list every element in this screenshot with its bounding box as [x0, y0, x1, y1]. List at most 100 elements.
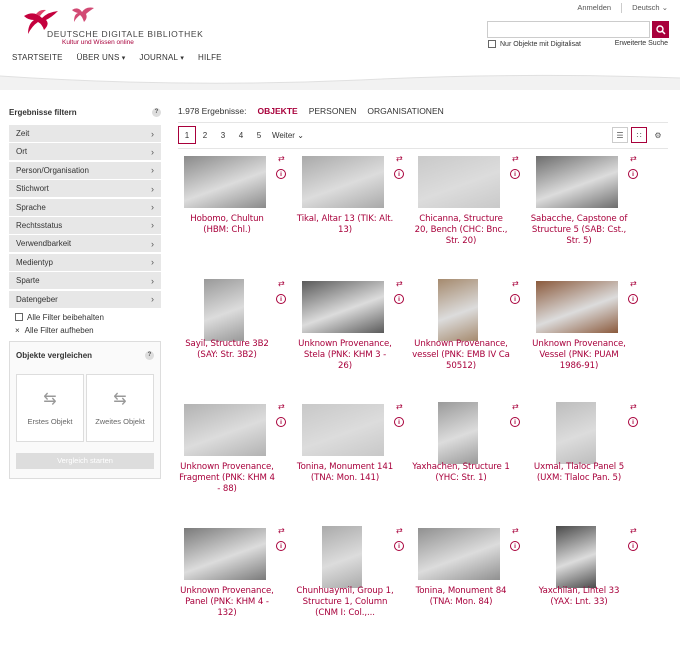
info-icon[interactable]: i — [394, 169, 404, 179]
result-title[interactable]: Yaxhachen, Structure 1 (YHC: Str. 1) — [412, 462, 510, 484]
digitalisat-filter[interactable]: Nur Objekte mit Digitalisat — [488, 40, 581, 48]
info-icon[interactable]: i — [394, 417, 404, 427]
first-object-slot[interactable]: ⇆ Erstes Objekt — [16, 373, 84, 442]
result-title[interactable]: Sayil, Structure 3B2 (SAY: Str. 3B2) — [178, 339, 276, 361]
login-link[interactable]: Anmelden — [577, 3, 611, 13]
share-icon[interactable]: ⇄ — [278, 526, 285, 535]
filter-rechtsstatus[interactable]: Rechtsstatus › — [9, 216, 161, 234]
result-tile[interactable]: Tikal, Altar 13 (TIK: Alt. 13) ⇄ i — [296, 154, 408, 262]
advanced-search-link[interactable]: Erweiterte Suche — [615, 40, 668, 47]
result-title[interactable]: Unknown Provenance, Vessel (PNK: PUAM 19… — [530, 339, 628, 372]
result-tile[interactable]: Sayil, Structure 3B2 (SAY: Str. 3B2) ⇄ i — [178, 279, 290, 387]
nav-startseite[interactable]: STARTSEITE — [12, 53, 63, 62]
tab-personen[interactable]: PERSONEN — [309, 106, 357, 116]
result-title[interactable]: Uxmal, Tlaloc Panel 5 (UXM: Tlaloc Pan. … — [530, 462, 628, 484]
result-thumbnail[interactable] — [438, 402, 478, 464]
result-thumbnail[interactable] — [536, 156, 618, 208]
result-thumbnail[interactable] — [418, 528, 500, 580]
nav-journal[interactable]: JOURNAL — [139, 53, 184, 62]
result-tile[interactable]: Tonina, Monument 84 (TNA: Mon. 84) ⇄ i — [412, 526, 524, 634]
result-thumbnail[interactable] — [322, 526, 362, 588]
page-4[interactable]: 4 — [232, 126, 250, 144]
share-icon[interactable]: ⇄ — [278, 279, 285, 288]
list-view-icon[interactable]: ☰ — [612, 127, 628, 143]
info-icon[interactable]: i — [276, 541, 286, 551]
page-1[interactable]: 1 — [178, 126, 196, 144]
result-tile[interactable]: Hobomo, Chultun (HBM: Chl.) ⇄ i — [178, 154, 290, 262]
digitalisat-checkbox[interactable] — [488, 40, 496, 48]
result-tile[interactable]: Yaxhachen, Structure 1 (YHC: Str. 1) ⇄ i — [412, 402, 524, 510]
page-3[interactable]: 3 — [214, 126, 232, 144]
result-thumbnail[interactable] — [302, 156, 384, 208]
result-thumbnail[interactable] — [556, 402, 596, 464]
result-title[interactable]: Chicanna, Structure 20, Bench (CHC: Bnc.… — [412, 214, 510, 247]
filter-person-organisation[interactable]: Person/Organisation › — [9, 161, 161, 179]
settings-icon[interactable]: ⚙ — [650, 127, 666, 143]
second-object-slot[interactable]: ⇆ Zweites Objekt — [86, 373, 154, 442]
clear-filters-link[interactable]: × Alle Filter aufheben — [9, 326, 161, 335]
info-icon[interactable]: i — [276, 169, 286, 179]
filter-datengeber[interactable]: Datengeber › — [9, 290, 161, 308]
share-icon[interactable]: ⇄ — [278, 402, 285, 411]
search-input[interactable] — [487, 21, 650, 38]
info-icon[interactable]: i — [276, 294, 286, 304]
share-icon[interactable]: ⇄ — [630, 154, 637, 163]
share-icon[interactable]: ⇄ — [396, 154, 403, 163]
result-thumbnail[interactable] — [184, 404, 266, 456]
share-icon[interactable]: ⇄ — [396, 526, 403, 535]
filter-ort[interactable]: Ort › — [9, 143, 161, 161]
result-title[interactable]: Hobomo, Chultun (HBM: Chl.) — [178, 214, 276, 236]
filter-verwendbarkeit[interactable]: Verwendbarkeit › — [9, 235, 161, 253]
filter-sparte[interactable]: Sparte › — [9, 272, 161, 290]
info-icon[interactable]: i — [510, 541, 520, 551]
result-tile[interactable]: Unknown Provenance, Stela (PNK: KHM 3 - … — [296, 279, 408, 387]
result-thumbnail[interactable] — [418, 156, 500, 208]
language-select[interactable]: Deutsch ⌄ — [632, 3, 668, 13]
result-thumbnail[interactable] — [184, 156, 266, 208]
share-icon[interactable]: ⇄ — [512, 402, 519, 411]
info-icon[interactable]: i — [628, 294, 638, 304]
result-tile[interactable]: Yaxchilan, Lintel 33 (YAX: Lnt. 33) ⇄ i — [530, 526, 642, 634]
result-title[interactable]: Unknown Provenance, Panel (PNK: KHM 4 - … — [178, 586, 276, 619]
result-tile[interactable]: Uxmal, Tlaloc Panel 5 (UXM: Tlaloc Pan. … — [530, 402, 642, 510]
tab-organisationen[interactable]: ORGANISATIONEN — [367, 106, 443, 116]
info-icon[interactable]: i — [276, 417, 286, 427]
page-5[interactable]: 5 — [250, 126, 268, 144]
result-tile[interactable]: Unknown Provenance, Fragment (PNK: KHM 4… — [178, 402, 290, 510]
info-icon[interactable]: i — [628, 169, 638, 179]
result-thumbnail[interactable] — [184, 528, 266, 580]
result-tile[interactable]: Chicanna, Structure 20, Bench (CHC: Bnc.… — [412, 154, 524, 262]
result-thumbnail[interactable] — [302, 404, 384, 456]
tab-objekte[interactable]: OBJEKTE — [258, 106, 298, 116]
result-thumbnail[interactable] — [536, 281, 618, 333]
result-title[interactable]: Yaxchilan, Lintel 33 (YAX: Lnt. 33) — [530, 586, 628, 608]
nav-hilfe[interactable]: HILFE — [198, 53, 222, 62]
info-icon[interactable]: i — [628, 417, 638, 427]
keep-filters-checkbox[interactable] — [15, 313, 23, 322]
next-page-link[interactable]: Weiter ⌄ — [272, 131, 304, 140]
share-icon[interactable]: ⇄ — [512, 154, 519, 163]
result-thumbnail[interactable] — [302, 281, 384, 333]
result-title[interactable]: Sabacche, Capstone of Structure 5 (SAB: … — [530, 214, 628, 247]
info-icon[interactable]: i — [510, 169, 520, 179]
help-icon[interactable]: ? — [145, 350, 154, 360]
keep-filters-option[interactable]: Alle Filter beibehalten — [9, 313, 161, 322]
result-title[interactable]: Chunhuaymil, Group 1, Structure 1, Colum… — [296, 586, 394, 619]
result-tile[interactable]: Tonina, Monument 141 (TNA: Mon. 141) ⇄ i — [296, 402, 408, 510]
result-title[interactable]: Tonina, Monument 141 (TNA: Mon. 141) — [296, 462, 394, 484]
page-2[interactable]: 2 — [196, 126, 214, 144]
result-tile[interactable]: Chunhuaymil, Group 1, Structure 1, Colum… — [296, 526, 408, 634]
share-icon[interactable]: ⇄ — [396, 279, 403, 288]
share-icon[interactable]: ⇄ — [630, 402, 637, 411]
filter-medientyp[interactable]: Medientyp › — [9, 253, 161, 271]
share-icon[interactable]: ⇄ — [630, 279, 637, 288]
share-icon[interactable]: ⇄ — [512, 526, 519, 535]
logo-title[interactable]: DEUTSCHE DIGITALE BIBLIOTHEK — [47, 29, 203, 39]
help-icon[interactable]: ? — [152, 107, 161, 117]
share-icon[interactable]: ⇄ — [396, 402, 403, 411]
compare-button[interactable]: Vergleich starten — [16, 452, 154, 469]
result-thumbnail[interactable] — [204, 279, 244, 341]
share-icon[interactable]: ⇄ — [630, 526, 637, 535]
result-tile[interactable]: Unknown Provenance, Vessel (PNK: PUAM 19… — [530, 279, 642, 387]
result-thumbnail[interactable] — [556, 526, 596, 588]
